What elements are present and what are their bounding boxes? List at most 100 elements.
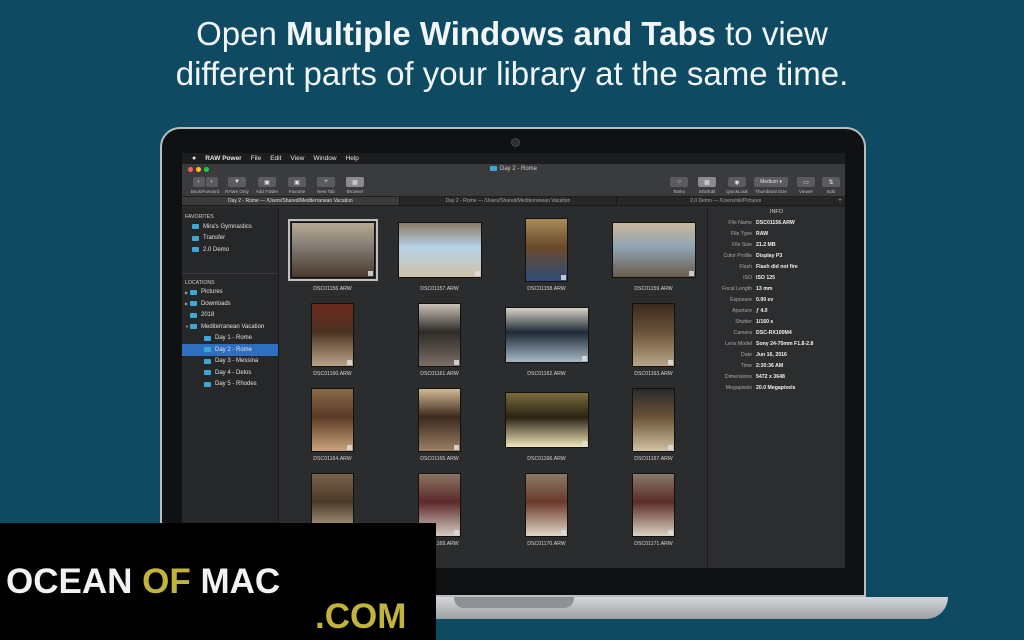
photo-thumbnail[interactable] bbox=[504, 307, 589, 363]
sidebar-item-label: 2.0 Demo bbox=[203, 246, 230, 253]
sidebar-item-label: Day 3 - Messina bbox=[215, 358, 259, 365]
folder-icon bbox=[489, 166, 497, 171]
raw-badge-icon bbox=[347, 445, 352, 450]
sidebar-location-item[interactable]: Day 4 - Delos bbox=[182, 367, 278, 379]
sidebar-favorite-item[interactable]: 2.0 Demo bbox=[182, 244, 278, 256]
photo-thumbnail[interactable] bbox=[397, 222, 482, 278]
menu-raw-power[interactable]: RAW Power bbox=[205, 155, 241, 162]
thumbnail-size-value: Medium ▾ bbox=[754, 177, 788, 187]
thumbnail-size-select[interactable]: Medium ▾ Thumbnail Size bbox=[752, 177, 790, 194]
headline-line-1: Open Multiple Windows and Tabs to view bbox=[196, 15, 828, 52]
thumbnail-grid: DSC01156.ARW DSC01157.ARW DSC01158.ARW DSC0… bbox=[279, 208, 707, 568]
thumbnail-cell[interactable]: DSC01166.ARW bbox=[493, 388, 600, 462]
tab-day2-rome-2[interactable]: Day 2 - Rome — /Users/Shared/Mediterrane… bbox=[400, 197, 618, 205]
back-button[interactable]: ‹ bbox=[192, 177, 205, 187]
photo-thumbnail[interactable] bbox=[418, 303, 461, 367]
sidebar-favorite-item[interactable]: Mira's Gymnastics bbox=[182, 221, 278, 233]
raw-badge-icon bbox=[668, 530, 673, 535]
apple-icon[interactable]: ● bbox=[192, 155, 196, 162]
photo-thumbnail[interactable] bbox=[504, 392, 589, 448]
sidebar-item-label: Mira's Gymnastics bbox=[203, 223, 252, 230]
camera-icon bbox=[511, 138, 520, 147]
thumbnail-cell[interactable]: DSC01158.ARW bbox=[493, 218, 600, 292]
app-screen: ● RAW Power File Edit View Window Help D… bbox=[182, 153, 845, 568]
info-row: Date Jun 16, 2016 bbox=[708, 349, 845, 360]
thumbnail-cell[interactable]: DSC01159.ARW bbox=[600, 218, 707, 292]
info-value: 13 mm bbox=[756, 285, 773, 292]
thumbnail-cell[interactable]: DSC01163.ARW bbox=[600, 303, 707, 377]
tab-2-0-demo[interactable]: 2.0 Demo — /Users/nik/Pictures bbox=[617, 197, 836, 205]
add-tab-icon[interactable]: + bbox=[835, 197, 845, 205]
folder-icon bbox=[190, 324, 197, 330]
thumbnail-cell[interactable]: DSC01167.ARW bbox=[600, 388, 707, 462]
photo-thumbnail[interactable] bbox=[632, 303, 675, 367]
menu-view[interactable]: View bbox=[290, 155, 304, 162]
sidebar-location-item[interactable]: 2018 bbox=[182, 310, 278, 322]
thumbnail-cell[interactable]: DSC01170.ARW bbox=[493, 473, 600, 547]
add-folder-button[interactable]: ▣ Add Folder bbox=[252, 177, 282, 194]
thumbnail-cell[interactable]: DSC01171.ARW bbox=[600, 473, 707, 547]
raw-badge-icon bbox=[561, 530, 566, 535]
menu-edit[interactable]: Edit bbox=[270, 155, 281, 162]
photo-thumbnail[interactable] bbox=[632, 388, 675, 452]
thumbnail-cell[interactable]: DSC01164.ARW bbox=[279, 388, 386, 462]
thumbnail-filename: DSC01165.ARW bbox=[420, 456, 459, 462]
info-row: Camera DSC-RX100M4 bbox=[708, 327, 845, 338]
sidebar-location-item[interactable]: ▶ Downloads bbox=[182, 298, 278, 310]
photo-thumbnail[interactable] bbox=[311, 388, 354, 452]
info-row: File Name DSC01156.ARW bbox=[708, 217, 845, 228]
sidebar-location-item[interactable]: Day 5 - Rhodes bbox=[182, 379, 278, 391]
info-row: Lens Model Sony 24-70mm F1.8-2.8 bbox=[708, 338, 845, 349]
eye-icon: ◉ bbox=[728, 177, 746, 187]
info-edit-icon: ▦ bbox=[698, 177, 716, 187]
thumbnail-cell[interactable]: DSC01162.ARW bbox=[493, 303, 600, 377]
new-tab-button[interactable]: + New Tab bbox=[311, 177, 341, 194]
folder-icon bbox=[204, 347, 211, 353]
photo-thumbnail[interactable] bbox=[418, 388, 461, 452]
photo-thumbnail[interactable] bbox=[287, 219, 378, 281]
watermark-line-1: OCEAN OF MAC bbox=[6, 562, 281, 601]
photo-thumbnail[interactable] bbox=[632, 473, 675, 537]
thumbnail-cell[interactable]: DSC01156.ARW bbox=[279, 218, 386, 292]
photo-thumbnail[interactable] bbox=[311, 303, 354, 367]
sidebar-location-item[interactable]: Day 3 - Messina bbox=[182, 356, 278, 368]
info-panel: INFO File Name DSC01156.ARW File Type RAW Fi… bbox=[707, 208, 845, 568]
browser-icon: ▦ bbox=[346, 177, 364, 187]
tasks-button[interactable]: ○ Tasks bbox=[664, 177, 694, 194]
folder-icon bbox=[204, 370, 211, 376]
thumbnail-filename: DSC01166.ARW bbox=[527, 456, 566, 462]
thumbnail-filename: DSC01163.ARW bbox=[634, 371, 673, 377]
sidebar-item-label: Mediterranean Vacation bbox=[201, 323, 265, 330]
tasks-icon: ○ bbox=[670, 177, 688, 187]
raws-only-button[interactable]: ▼ RAWs Only bbox=[222, 177, 252, 194]
info-edit-button[interactable]: ▦ Info/Edit bbox=[692, 177, 722, 194]
quicklook-button[interactable]: ◉ QuickLook bbox=[722, 177, 752, 194]
thumbnail-cell[interactable]: DSC01157.ARW bbox=[386, 218, 493, 292]
info-value: DSC-RX100M4 bbox=[756, 329, 792, 336]
photo-thumbnail[interactable] bbox=[525, 473, 568, 537]
tab-day2-rome-1[interactable]: Day 2 - Rome — /Users/Shared/Mediterrane… bbox=[182, 197, 400, 205]
info-value: 21.2 MB bbox=[756, 241, 776, 248]
menu-window[interactable]: Window bbox=[313, 155, 336, 162]
filter-icon: ▼ bbox=[228, 177, 246, 187]
thumbnail-cell[interactable]: DSC01161.ARW bbox=[386, 303, 493, 377]
thumbnail-cell[interactable]: DSC01165.ARW bbox=[386, 388, 493, 462]
photo-thumbnail[interactable] bbox=[611, 222, 696, 278]
edit-button[interactable]: ⇅ Edit bbox=[816, 177, 845, 194]
folder-icon bbox=[192, 247, 199, 253]
info-value: 1/160 s bbox=[756, 318, 774, 325]
thumbnail-filename: DSC01156.ARW bbox=[313, 286, 352, 292]
sidebar-favorite-item[interactable]: Transfer bbox=[182, 233, 278, 245]
favorite-button[interactable]: ▣ Favorite bbox=[282, 177, 312, 194]
menu-help[interactable]: Help bbox=[346, 155, 359, 162]
forward-button[interactable]: › bbox=[205, 177, 218, 187]
sidebar-location-item[interactable]: ▼ Mediterranean Vacation bbox=[182, 321, 278, 333]
sidebar-location-item[interactable]: Day 1 - Rome bbox=[182, 333, 278, 345]
photo-thumbnail[interactable] bbox=[525, 218, 568, 282]
browser-button[interactable]: ▦ Browser bbox=[340, 177, 370, 194]
sidebar-location-item[interactable]: ▶ Pictures bbox=[182, 287, 278, 299]
thumbnail-cell[interactable]: DSC01160.ARW bbox=[279, 303, 386, 377]
sidebar-location-item[interactable]: Day 2 - Rome bbox=[182, 344, 278, 356]
viewer-icon: ▭ bbox=[797, 177, 815, 187]
menu-file[interactable]: File bbox=[251, 155, 261, 162]
